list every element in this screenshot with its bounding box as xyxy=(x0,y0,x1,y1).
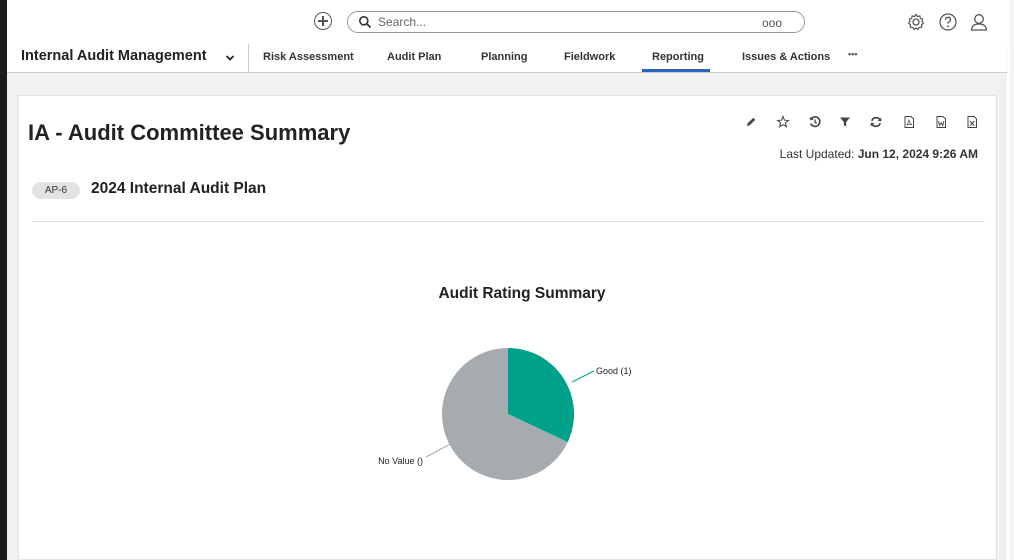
excel-icon[interactable] xyxy=(965,115,979,129)
help-icon[interactable] xyxy=(938,12,958,32)
plan-id-badge: AP-6 xyxy=(32,182,80,199)
search-input[interactable]: Search... ooo xyxy=(347,11,805,33)
add-icon[interactable] xyxy=(314,12,332,30)
app-window: Search... ooo Internal Audit Management … xyxy=(0,0,1014,560)
pdf-icon[interactable] xyxy=(902,115,916,129)
refresh-icon[interactable] xyxy=(869,115,883,129)
settings-icon[interactable] xyxy=(906,12,926,32)
history-icon[interactable] xyxy=(808,115,822,129)
tab-planning[interactable]: Planning xyxy=(481,51,527,63)
audit-rating-pie-chart: Good (1) No Value () xyxy=(378,348,632,480)
plan-title[interactable]: 2024 Internal Audit Plan xyxy=(91,180,266,198)
active-tab-indicator xyxy=(642,69,710,72)
pie-label: Good (1) xyxy=(596,366,632,376)
tab-reporting[interactable]: Reporting xyxy=(652,51,704,63)
search-options-icon[interactable]: ooo xyxy=(762,16,782,30)
filter-icon[interactable] xyxy=(838,115,852,129)
search-placeholder: Search... xyxy=(378,15,427,29)
last-updated-label: Last Updated: xyxy=(779,147,855,161)
chevron-down-icon[interactable] xyxy=(225,53,235,63)
last-updated: Last Updated: Jun 12, 2024 9:26 AM xyxy=(780,147,978,161)
pie-leader-line xyxy=(571,370,595,383)
window-edge xyxy=(0,0,7,560)
nav-divider xyxy=(248,44,249,73)
chart-title: Audit Rating Summary xyxy=(438,285,606,302)
user-icon[interactable] xyxy=(969,12,989,32)
last-updated-value: Jun 12, 2024 9:26 AM xyxy=(857,147,978,161)
tab-risk-assessment[interactable]: Risk Assessment xyxy=(263,51,354,63)
search-icon xyxy=(359,16,372,29)
tab-audit-plan[interactable]: Audit Plan xyxy=(387,51,441,63)
top-bar: Search... ooo xyxy=(7,0,1007,44)
tab-fieldwork[interactable]: Fieldwork xyxy=(564,51,615,63)
more-tabs-icon[interactable]: ••• xyxy=(848,49,857,59)
pencil-icon[interactable] xyxy=(744,115,758,129)
word-icon[interactable] xyxy=(934,115,948,129)
main-nav: Internal Audit Management Risk Assessmen… xyxy=(7,44,1007,73)
tab-issues-actions[interactable]: Issues & Actions xyxy=(742,51,830,63)
scrollbar[interactable] xyxy=(1010,0,1014,560)
app-title[interactable]: Internal Audit Management xyxy=(21,48,207,64)
star-icon[interactable] xyxy=(776,115,790,129)
section-divider xyxy=(32,221,985,222)
pie-leader-line xyxy=(425,441,455,458)
pie-label: No Value () xyxy=(378,456,423,466)
page-title: IA - Audit Committee Summary xyxy=(28,120,351,145)
